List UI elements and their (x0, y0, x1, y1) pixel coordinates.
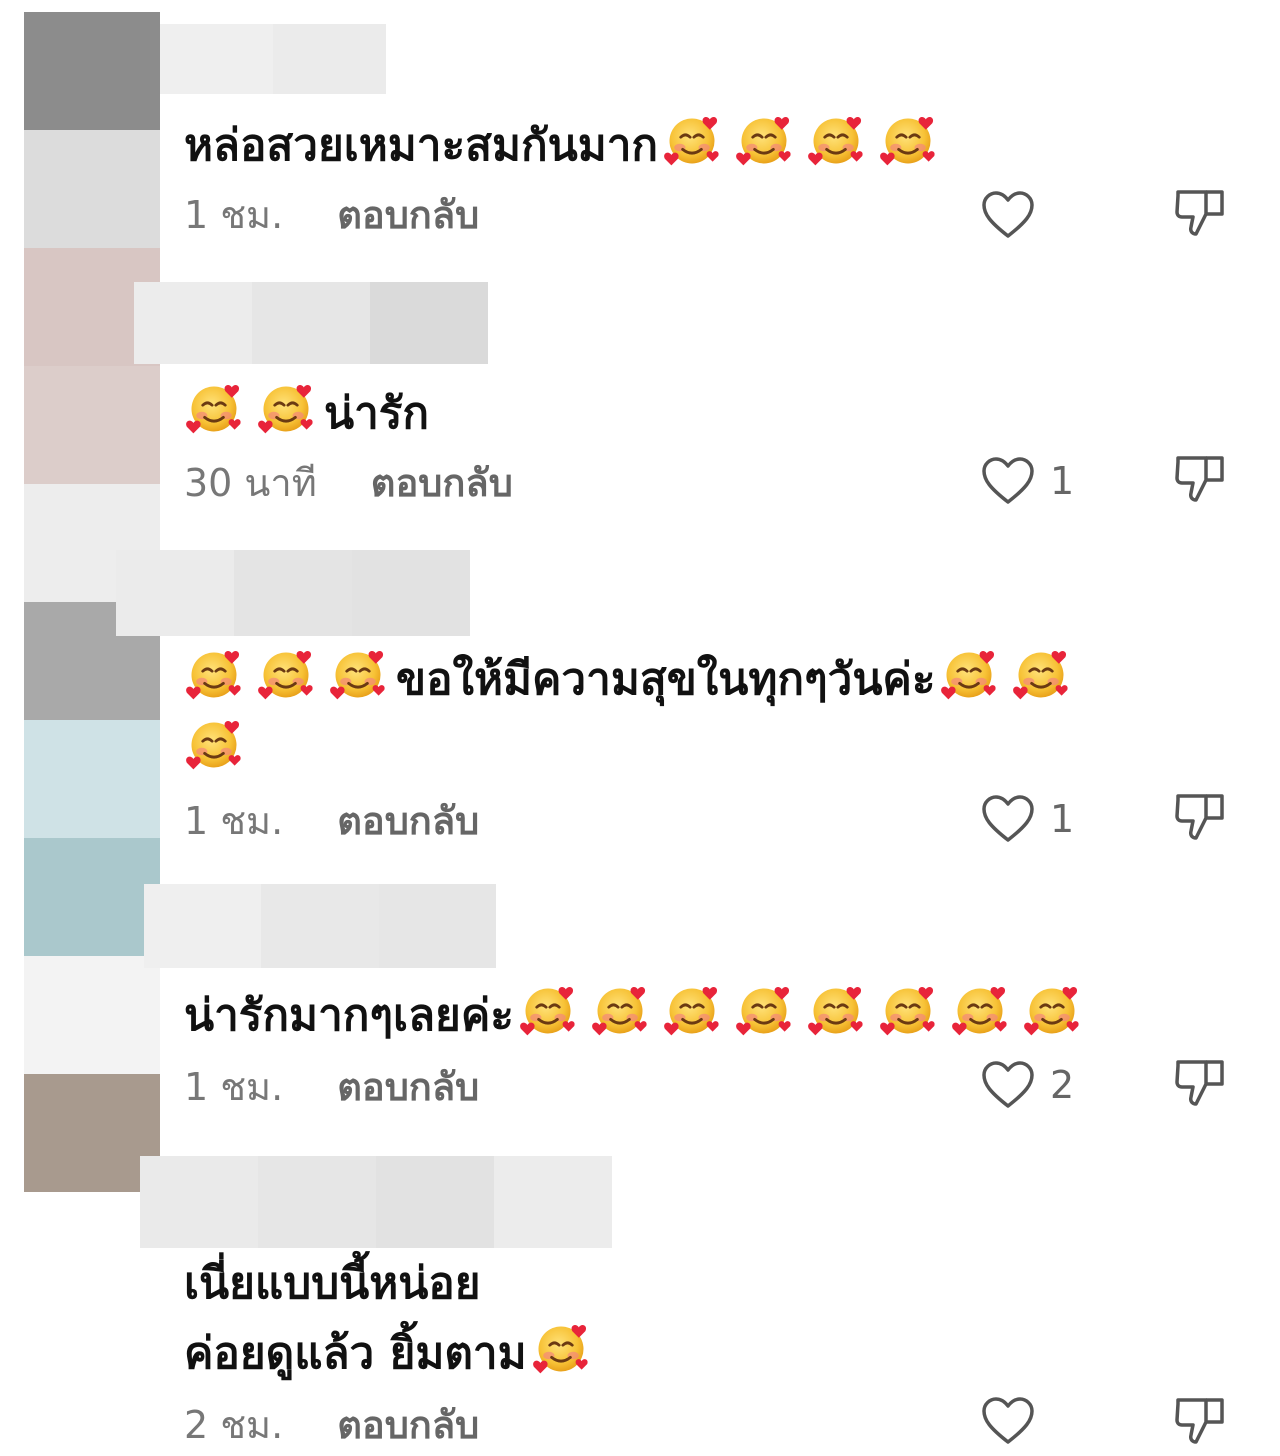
like-count: 1 (1050, 797, 1075, 841)
avatar[interactable] (24, 366, 160, 484)
thumbs-down-icon (1172, 184, 1230, 242)
smiling-face-with-hearts-icon (878, 980, 938, 1040)
username-blurred[interactable] (144, 884, 496, 968)
comment-time: 1 ชม. (184, 193, 284, 237)
reply-button[interactable]: ตอบกลับ (371, 461, 513, 505)
like-button[interactable]: 1 (980, 456, 1074, 506)
comment-meta: 2 ชม. ตอบกลับ (184, 1400, 479, 1450)
like-button[interactable] (980, 1396, 1050, 1446)
smiling-face-with-hearts-icon (531, 1318, 591, 1378)
comment-body: ค่อยดูแล้ว ยิ้มตาม (184, 1328, 527, 1379)
smiling-face-with-hearts-icon (184, 644, 244, 704)
smiling-face-with-hearts-icon (1011, 644, 1071, 704)
thumbs-down-icon (1172, 788, 1230, 846)
comment-meta: 30 นาที ตอบกลับ (184, 458, 513, 508)
avatar[interactable] (24, 720, 160, 838)
comment-text: น่ารัก (184, 378, 429, 448)
smiling-face-with-hearts-icon (950, 980, 1010, 1040)
avatar[interactable] (24, 838, 160, 956)
smiling-face-with-hearts-icon (590, 980, 650, 1040)
comment-body: น่ารักมากๆเลยค่ะ (184, 990, 514, 1041)
smiling-face-with-hearts-icon (662, 110, 722, 170)
smiling-face-with-hearts-icon (806, 980, 866, 1040)
comment-meta: 1 ชม. ตอบกลับ (184, 1062, 479, 1112)
comment-meta: 1 ชม. ตอบกลับ (184, 796, 479, 846)
heart-icon (980, 456, 1036, 506)
smiling-face-with-hearts-icon (184, 378, 244, 438)
comment-text: หล่อสวยเหมาะสมกันมาก (184, 110, 946, 180)
thumbs-down-icon (1172, 1054, 1230, 1112)
comment-body: ขอให้มีความสุขในทุกๆวันค่ะ (396, 654, 936, 705)
smiling-face-with-hearts-icon (1022, 980, 1082, 1040)
smiling-face-with-hearts-icon (184, 714, 244, 774)
dislike-button[interactable] (1172, 184, 1230, 246)
smiling-face-with-hearts-icon (328, 644, 388, 704)
comment-time: 1 ชม. (184, 799, 284, 843)
avatar[interactable] (24, 130, 160, 248)
comment-text: ขอให้มีความสุขในทุกๆวันค่ะ (184, 644, 1079, 784)
dislike-button[interactable] (1172, 1392, 1230, 1454)
comment-time: 30 นาที (184, 461, 317, 505)
comment-meta: 1 ชม. ตอบกลับ (184, 190, 479, 240)
comment-text: เนี่ยแบบนี้หน่อยค่อยดูแล้ว ยิ้มตาม (184, 1250, 599, 1388)
smiling-face-with-hearts-icon (806, 110, 866, 170)
username-blurred[interactable] (160, 24, 386, 94)
comment-time: 2 ชม. (184, 1403, 284, 1447)
dislike-button[interactable] (1172, 1054, 1230, 1116)
reply-button[interactable]: ตอบกลับ (337, 1403, 479, 1447)
avatar[interactable] (24, 12, 160, 130)
like-button[interactable] (980, 190, 1050, 240)
comment-body: เนี่ยแบบนี้หน่อย (184, 1258, 481, 1309)
smiling-face-with-hearts-icon (662, 980, 722, 1040)
avatar[interactable] (24, 956, 160, 1074)
thumbs-down-icon (1172, 1392, 1230, 1450)
heart-icon (980, 190, 1036, 240)
comment-body: หล่อสวยเหมาะสมกันมาก (184, 120, 659, 171)
like-button[interactable]: 2 (980, 1060, 1074, 1110)
comment-body: น่ารัก (324, 388, 430, 439)
username-blurred[interactable] (134, 282, 488, 364)
comment-time: 1 ชม. (184, 1065, 284, 1109)
reply-button[interactable]: ตอบกลับ (337, 799, 479, 843)
like-button[interactable]: 1 (980, 794, 1074, 844)
smiling-face-with-hearts-icon (518, 980, 578, 1040)
like-count: 1 (1050, 459, 1075, 503)
smiling-face-with-hearts-icon (878, 110, 938, 170)
username-blurred[interactable] (116, 550, 470, 636)
comment-text: น่ารักมากๆเลยค่ะ (184, 980, 1090, 1050)
dislike-button[interactable] (1172, 450, 1230, 512)
dislike-button[interactable] (1172, 788, 1230, 850)
reply-button[interactable]: ตอบกลับ (337, 193, 479, 237)
smiling-face-with-hearts-icon (734, 110, 794, 170)
thumbs-down-icon (1172, 450, 1230, 508)
heart-icon (980, 1396, 1036, 1446)
reply-button[interactable]: ตอบกลับ (337, 1065, 479, 1109)
smiling-face-with-hearts-icon (939, 644, 999, 704)
smiling-face-with-hearts-icon (256, 644, 316, 704)
username-blurred[interactable] (140, 1156, 612, 1248)
heart-icon (980, 794, 1036, 844)
like-count: 2 (1050, 1063, 1075, 1107)
heart-icon (980, 1060, 1036, 1110)
smiling-face-with-hearts-icon (734, 980, 794, 1040)
smiling-face-with-hearts-icon (256, 378, 316, 438)
